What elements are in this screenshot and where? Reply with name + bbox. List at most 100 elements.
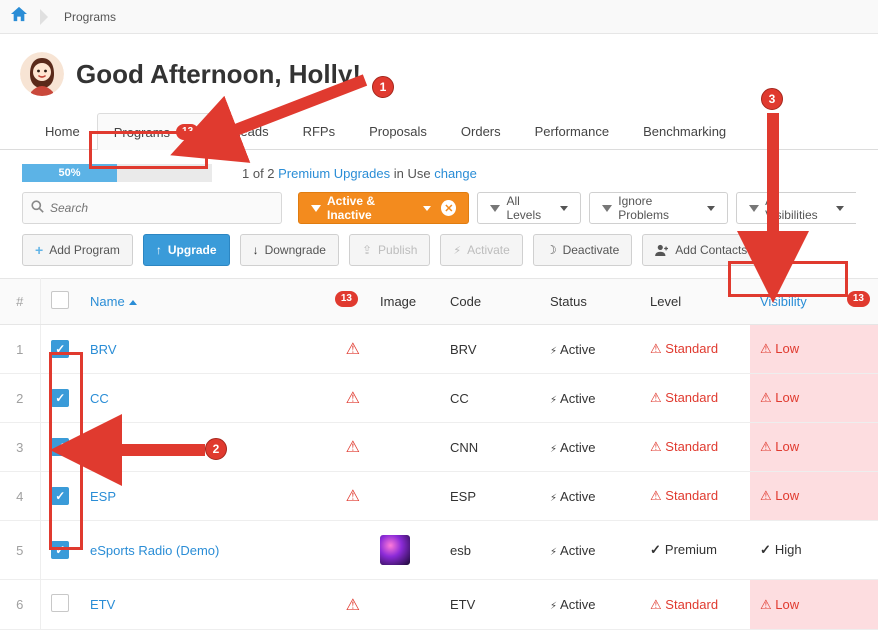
col-name[interactable]: Name 13 [80, 279, 370, 325]
program-link[interactable]: ESP [90, 489, 116, 504]
arrow-down-icon [253, 243, 259, 257]
col-visibility[interactable]: Visibility 13 [750, 279, 878, 325]
row-visibility: ⚠ Low [750, 472, 878, 521]
upgrade-summary: 50% 1 of 2 Premium Upgrades in Use chang… [0, 150, 878, 192]
row-visibility: ⚠ Low [750, 423, 878, 472]
upgrade-button[interactable]: Upgrade [143, 234, 230, 266]
tab-performance[interactable]: Performance [518, 113, 626, 149]
name-alert-badge: 13 [335, 291, 358, 307]
row-checkbox-cell[interactable] [40, 325, 80, 374]
tab-benchmarking[interactable]: Benchmarking [626, 113, 743, 149]
funnel-icon [602, 205, 612, 212]
tab-label: Performance [535, 124, 609, 139]
row-checkbox-cell[interactable] [40, 423, 80, 472]
chevron-down-icon [707, 206, 715, 211]
tab-leads[interactable]: Leads [216, 113, 285, 149]
col-level[interactable]: Level [640, 279, 750, 325]
tab-badge: 13 [176, 124, 199, 140]
row-number: 5 [0, 521, 40, 580]
clear-filter-icon[interactable]: ✕ [441, 200, 456, 216]
home-icon[interactable] [10, 6, 28, 27]
deactivate-button[interactable]: Deactivate [533, 234, 632, 266]
program-link[interactable]: eSports Radio (Demo) [90, 543, 219, 558]
bolt-icon [550, 391, 560, 406]
chevron-down-icon [560, 206, 568, 211]
alert-icon: ⚠ [650, 341, 665, 356]
row-checkbox-cell[interactable] [40, 472, 80, 521]
check-icon [650, 542, 665, 557]
filter-status-dropdown[interactable]: Active & Inactive ✕ [298, 192, 469, 224]
table-row: 4ESP⚠ESPActive⚠ Standard⚠ Low [0, 472, 878, 521]
checkbox[interactable] [51, 340, 69, 358]
checkbox[interactable] [51, 389, 69, 407]
checkbox[interactable] [51, 291, 69, 309]
row-image-cell [370, 374, 440, 423]
row-name-cell: ESP⚠ [80, 472, 370, 521]
row-checkbox-cell[interactable] [40, 374, 80, 423]
col-number[interactable]: # [0, 279, 40, 325]
program-link[interactable]: ETV [90, 597, 115, 612]
search-input[interactable] [50, 201, 273, 215]
row-level: ⚠ Standard [640, 325, 750, 374]
upgrade-change-link[interactable]: change [434, 166, 477, 181]
row-code: BRV [440, 325, 540, 374]
upload-icon: ⇪ [362, 243, 372, 257]
funnel-icon [490, 205, 500, 212]
row-level: ⚠ Standard [640, 580, 750, 630]
bolt-icon [550, 597, 560, 612]
sort-asc-icon [129, 300, 137, 305]
checkbox[interactable] [51, 438, 69, 456]
row-checkbox-cell[interactable] [40, 580, 80, 630]
row-number: 4 [0, 472, 40, 521]
col-image[interactable]: Image [370, 279, 440, 325]
program-link[interactable]: CNN [90, 440, 118, 455]
row-status: Active [540, 374, 640, 423]
row-status: Active [540, 580, 640, 630]
premium-upgrades-link[interactable]: Premium Upgrades [278, 166, 390, 181]
tab-home[interactable]: Home [28, 113, 97, 149]
chevron-right-icon [40, 9, 48, 25]
breadcrumb-page[interactable]: Programs [56, 10, 124, 24]
row-code: ETV [440, 580, 540, 630]
activate-button[interactable]: Activate [440, 234, 522, 266]
row-image-cell [370, 580, 440, 630]
row-checkbox-cell[interactable] [40, 521, 80, 580]
alert-icon: ⚠ [760, 390, 775, 405]
col-status[interactable]: Status [540, 279, 640, 325]
plus-icon [35, 242, 43, 258]
filter-levels-dropdown[interactable]: All Levels [477, 192, 581, 224]
row-level: ⚠ Standard [640, 423, 750, 472]
col-select-all[interactable] [40, 279, 80, 325]
avatar [20, 52, 64, 96]
upgrade-progress-fill: 50% [22, 164, 117, 182]
upgrade-progress: 50% [22, 164, 212, 182]
program-link[interactable]: CC [90, 391, 109, 406]
tab-proposals[interactable]: Proposals [352, 113, 444, 149]
tab-programs[interactable]: Programs13 [97, 113, 216, 150]
add-program-button[interactable]: Add Program [22, 234, 133, 266]
filter-visibilities-dropdown[interactable]: All Visibilities [736, 192, 856, 224]
row-name-cell: BRV⚠ [80, 325, 370, 374]
row-image-cell [370, 521, 440, 580]
filter-problems-dropdown[interactable]: Ignore Problems [589, 192, 728, 224]
row-number: 1 [0, 325, 40, 374]
program-link[interactable]: BRV [90, 342, 117, 357]
downgrade-button[interactable]: Downgrade [240, 234, 339, 266]
row-name-cell: CC⚠ [80, 374, 370, 423]
row-number: 2 [0, 374, 40, 423]
col-code[interactable]: Code [440, 279, 540, 325]
search-input-wrap[interactable] [22, 192, 282, 224]
row-level: ⚠ Standard [640, 374, 750, 423]
checkbox[interactable] [51, 487, 69, 505]
row-level: ⚠ Standard [640, 472, 750, 521]
row-status: Active [540, 325, 640, 374]
add-contacts-button[interactable]: Add Contacts [642, 234, 760, 266]
publish-button[interactable]: ⇪Publish [349, 234, 430, 266]
checkbox[interactable] [51, 541, 69, 559]
programs-table: # Name 13 Image Code Status Level Visibi… [0, 278, 878, 630]
row-visibility: ⚠ Low [750, 580, 878, 630]
table-row: 5eSports Radio (Demo)esbActivePremiumHig… [0, 521, 878, 580]
search-icon [31, 200, 44, 216]
tab-orders[interactable]: Orders [444, 113, 518, 149]
tab-rfps[interactable]: RFPs [286, 113, 353, 149]
